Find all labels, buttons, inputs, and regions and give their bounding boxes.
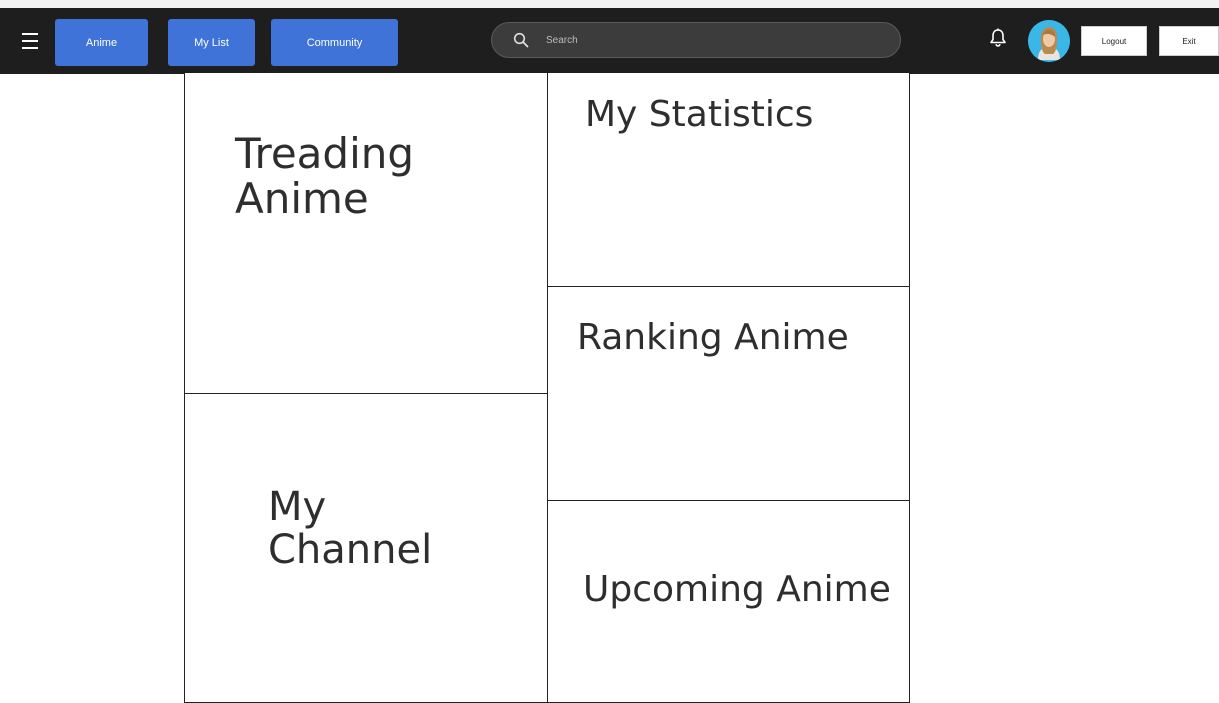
menu-line	[22, 47, 38, 49]
search-input[interactable]	[546, 30, 876, 50]
trending-anime-panel[interactable]: Treading Anime	[184, 73, 548, 394]
my-channel-panel[interactable]: My Channel	[184, 393, 548, 703]
ranking-anime-panel[interactable]: Ranking Anime	[547, 286, 910, 501]
bell-icon[interactable]	[987, 27, 1009, 49]
my-channel-title: My Channel	[268, 484, 433, 574]
avatar[interactable]	[1028, 20, 1070, 62]
user-portrait-icon	[1028, 20, 1070, 62]
my-list-button-label: My List	[194, 36, 229, 49]
trending-anime-title: Treading Anime	[235, 129, 415, 224]
hamburger-menu-icon[interactable]	[22, 33, 38, 49]
ranking-anime-title: Ranking Anime	[577, 317, 849, 358]
community-button[interactable]: Community	[271, 19, 398, 66]
logout-button-label: Logout	[1101, 36, 1127, 46]
logout-button[interactable]: Logout	[1081, 26, 1147, 56]
community-button-label: Community	[306, 36, 363, 49]
upcoming-anime-title: Upcoming Anime	[583, 569, 891, 610]
anime-button[interactable]: Anime	[55, 19, 148, 66]
menu-line	[22, 40, 38, 42]
search-icon[interactable]	[513, 32, 529, 48]
search-bar[interactable]	[491, 22, 901, 58]
top-navbar: Anime My List Community Logout Exit	[0, 8, 1219, 74]
my-list-button[interactable]: My List	[168, 19, 255, 66]
exit-button-label: Exit	[1182, 36, 1196, 46]
my-statistics-panel[interactable]: My Statistics	[547, 73, 910, 287]
menu-line	[22, 33, 38, 35]
upcoming-anime-panel[interactable]: Upcoming Anime	[547, 500, 910, 703]
anime-button-label: Anime	[85, 36, 118, 49]
top-strip	[0, 0, 1219, 8]
my-statistics-title: My Statistics	[585, 94, 814, 135]
exit-button[interactable]: Exit	[1159, 26, 1219, 56]
